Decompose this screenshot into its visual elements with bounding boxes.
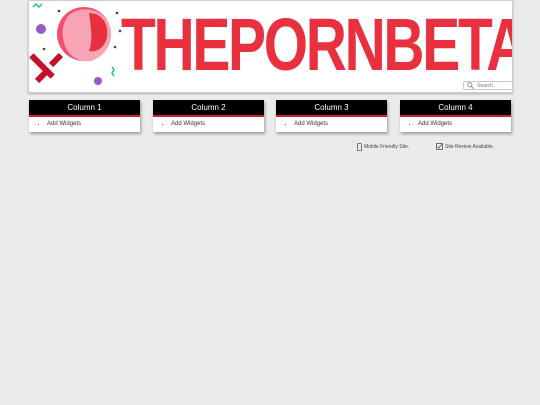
mobile-icon xyxy=(357,143,362,151)
mobile-friendly-note: Mobile Friendly Site. xyxy=(357,143,409,151)
site-review-text: Site Review Available. xyxy=(445,143,495,150)
column-3-widget: Column 3 Add Widgets xyxy=(276,100,387,132)
column-1-title: Column 1 xyxy=(29,100,140,117)
add-widgets-link[interactable]: Add Widgets xyxy=(171,121,264,127)
column-4-widget: Column 4 Add Widgets xyxy=(400,100,511,132)
add-widgets-link[interactable]: Add Widgets xyxy=(294,121,387,127)
column-1-widget: Column 1 Add Widgets xyxy=(29,100,140,132)
add-widgets-link[interactable]: Add Widgets xyxy=(418,121,511,127)
site-banner[interactable]: THEPORNBETA xyxy=(28,0,513,93)
column-2-widget: Column 2 Add Widgets xyxy=(153,100,264,132)
search-box[interactable] xyxy=(463,81,512,90)
column-4-title: Column 4 xyxy=(400,100,511,117)
site-logo-text[interactable]: THEPORNBETA xyxy=(121,1,512,90)
search-input[interactable] xyxy=(477,82,512,89)
column-3-title: Column 3 xyxy=(276,100,387,117)
site-review-note: Site Review Available. xyxy=(436,143,494,150)
checkbox-icon xyxy=(436,143,443,150)
venus-symbol-icon xyxy=(29,2,122,85)
add-widgets-link[interactable]: Add Widgets xyxy=(47,121,140,127)
mobile-friendly-text: Mobile Friendly Site. xyxy=(364,144,410,150)
column-2-title: Column 2 xyxy=(153,100,264,117)
search-icon xyxy=(467,82,474,89)
